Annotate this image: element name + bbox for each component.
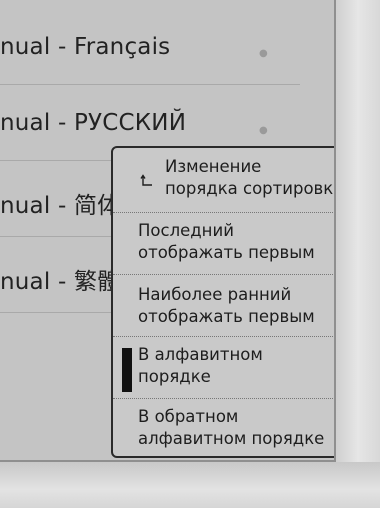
e-reader-screen: nual - Français ● nual - РУССКИЙ ● nual … bbox=[0, 0, 336, 462]
selected-marker bbox=[122, 348, 132, 392]
menu-option-latest-first[interactable]: Последний отображать первым bbox=[113, 213, 334, 275]
menu-option-label: В обратном алфавитном порядке bbox=[138, 407, 325, 448]
menu-option-label: Последний отображать первым bbox=[138, 221, 315, 262]
book-title: nual - 繁體 bbox=[0, 269, 121, 295]
menu-option-label: В алфавитном порядке bbox=[138, 345, 263, 386]
list-dot-icon: ● bbox=[259, 125, 268, 136]
menu-option-label: Наиболее ранний отображать первым bbox=[138, 285, 315, 326]
return-arrow-icon bbox=[140, 174, 152, 186]
change-sort-order-header[interactable]: Изменение порядка сортировки bbox=[113, 148, 336, 213]
book-title: nual - Français bbox=[0, 34, 171, 60]
book-list-item[interactable]: nual - Français bbox=[0, 8, 300, 85]
book-title: nual - 简体 bbox=[0, 193, 121, 219]
menu-option-reverse-alphabetical[interactable]: В обратном алфавитном порядке bbox=[113, 399, 334, 456]
menu-option-alphabetical[interactable]: В алфавитном порядке bbox=[113, 337, 334, 399]
sort-order-menu: Изменение порядка сортировки Последний о… bbox=[111, 146, 336, 458]
menu-header-label: Изменение порядка сортировки bbox=[165, 157, 336, 198]
book-title: nual - РУССКИЙ bbox=[0, 110, 187, 136]
list-dot-icon: ● bbox=[259, 48, 268, 59]
device-bezel-right bbox=[336, 0, 380, 508]
device-bezel-bottom bbox=[0, 462, 380, 508]
menu-option-earliest-first[interactable]: Наиболее ранний отображать первым bbox=[113, 275, 334, 337]
